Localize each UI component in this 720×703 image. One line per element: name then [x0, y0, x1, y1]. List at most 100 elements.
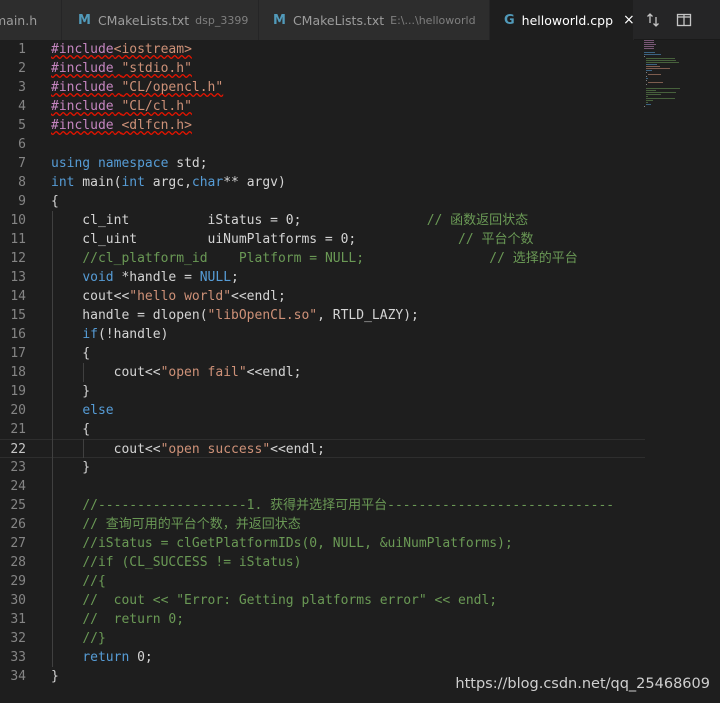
tab-helloworld-cpp[interactable]: G helloworld.cpp ×	[490, 0, 634, 40]
minimap-line	[644, 48, 654, 49]
line-number: 5	[18, 118, 26, 133]
code-text[interactable]: return 0;	[51, 648, 152, 667]
code-line[interactable]: 16 if(!handle)	[0, 325, 645, 344]
cpp-icon: G	[504, 12, 515, 28]
tab-label: helloworld.cpp	[521, 12, 614, 28]
code-text[interactable]: using namespace std;	[51, 154, 208, 173]
code-text[interactable]: {	[51, 420, 90, 439]
code-text[interactable]: // return 0;	[51, 610, 184, 629]
code-line[interactable]: 1 #include<iostream>	[0, 40, 645, 59]
code-line[interactable]: 14 cout<<"hello world"<<endl;	[0, 287, 645, 306]
line-number: 8	[18, 175, 26, 190]
code-text[interactable]: #include<iostream>	[51, 40, 192, 59]
code-text[interactable]: cl_uint uiNumPlatforms = 0; // 平台个数	[51, 230, 533, 249]
code-line[interactable]: 15 handle = dlopen("libOpenCL.so", RTLD_…	[0, 306, 645, 325]
code-text[interactable]: else	[51, 401, 113, 420]
minimap-line	[646, 68, 670, 69]
line-number: 30	[10, 593, 26, 608]
code-line[interactable]: 25 //-------------------1. 获得并选择可用平台----…	[0, 496, 645, 515]
code-line[interactable]: 8 int main(int argc,char** argv)	[0, 173, 645, 192]
code-text[interactable]: //cl_platform_id Platform = NULL; // 选择的…	[51, 249, 577, 268]
tab-main-h[interactable]: main.h	[0, 0, 62, 40]
line-number: 15	[10, 308, 26, 323]
code-line[interactable]: 26 // 查询可用的平台个数，并返回状态	[0, 515, 645, 534]
minimap-line	[646, 72, 647, 73]
minimap-line	[646, 80, 647, 81]
code-line[interactable]: 29 //{	[0, 572, 645, 591]
code-line[interactable]: 23 }	[0, 458, 645, 477]
code-text[interactable]: }	[51, 382, 90, 401]
code-text[interactable]: //}	[51, 629, 105, 648]
minimap-line	[648, 82, 663, 83]
code-line[interactable]: 28 //if (CL_SUCCESS != iStatus)	[0, 553, 645, 572]
code-text[interactable]: if(!handle)	[51, 325, 168, 344]
code-line[interactable]: 3 #include "CL/opencl.h"	[0, 78, 645, 97]
line-number: 11	[10, 232, 26, 247]
code-text[interactable]: handle = dlopen("libOpenCL.so", RTLD_LAZ…	[51, 306, 419, 325]
compare-changes-icon[interactable]	[641, 8, 665, 32]
code-line[interactable]: 19 }	[0, 382, 645, 401]
code-text[interactable]: #include "stdio.h"	[51, 59, 192, 78]
minimap[interactable]	[644, 40, 704, 110]
code-text[interactable]: //{	[51, 572, 105, 591]
line-number: 24	[10, 479, 26, 494]
code-text[interactable]: //if (CL_SUCCESS != iStatus)	[51, 553, 301, 572]
watermark: https://blog.csdn.net/qq_25468609	[455, 676, 710, 692]
code-text[interactable]: // cout << "Error: Getting platforms err…	[51, 591, 497, 610]
code-text[interactable]: //iStatus = clGetPlatformIDs(0, NULL, &u…	[51, 534, 512, 553]
code-text[interactable]: #include <dlfcn.h>	[51, 116, 192, 135]
code-line[interactable]: 20 else	[0, 401, 645, 420]
code-text[interactable]: #include "CL/opencl.h"	[51, 78, 223, 97]
code-text[interactable]: cout<<"open success"<<endl;	[51, 440, 325, 459]
code-text[interactable]: // 查询可用的平台个数，并返回状态	[51, 515, 300, 534]
code-line[interactable]: 27 //iStatus = clGetPlatformIDs(0, NULL,…	[0, 534, 645, 553]
code-line[interactable]: 12 //cl_platform_id Platform = NULL; // …	[0, 249, 645, 268]
split-editor-icon[interactable]	[672, 8, 696, 32]
code-text[interactable]: cl_int iStatus = 0; // 函数返回状态	[51, 211, 528, 230]
code-line[interactable]: 4 #include "CL/cl.h"	[0, 97, 645, 116]
code-text[interactable]: int main(int argc,char** argv)	[51, 173, 286, 192]
code-line[interactable]: 24	[0, 477, 645, 496]
code-line[interactable]: 30 // cout << "Error: Getting platforms …	[0, 591, 645, 610]
code-text[interactable]: }	[51, 667, 59, 686]
close-icon[interactable]: ×	[623, 12, 633, 28]
code-line[interactable]: 22 cout<<"open success"<<endl;	[0, 439, 645, 458]
tab-cmakelists-helloworld[interactable]: M CMakeLists.txt E:\...\helloworld	[259, 0, 490, 40]
minimap-line	[644, 52, 655, 53]
code-text[interactable]: {	[51, 192, 59, 211]
line-number: 7	[18, 156, 26, 171]
line-number: 13	[10, 270, 26, 285]
code-text[interactable]: //-------------------1. 获得并选择可用平台-------…	[51, 496, 614, 515]
code-line[interactable]: 18 cout<<"open fail"<<endl;	[0, 363, 645, 382]
code-text[interactable]: {	[51, 344, 90, 363]
code-line[interactable]: 9{	[0, 192, 645, 211]
line-number: 32	[10, 631, 26, 646]
code-text[interactable]: void *handle = NULL;	[51, 268, 239, 287]
code-line[interactable]: 10 cl_int iStatus = 0; // 函数返回状态	[0, 211, 645, 230]
code-line[interactable]: 21 {	[0, 420, 645, 439]
code-line[interactable]: 6	[0, 135, 645, 154]
code-line[interactable]: 31 // return 0;	[0, 610, 645, 629]
code-line[interactable]: 13 void *handle = NULL;	[0, 268, 645, 287]
code-line[interactable]: 32 //}	[0, 629, 645, 648]
indent-guide	[83, 363, 84, 382]
line-number: 1	[18, 42, 26, 57]
code-editor[interactable]: 1 #include<iostream> 2 #include "stdio.h" 3 #…	[0, 40, 720, 703]
code-line[interactable]: 5 #include <dlfcn.h>	[0, 116, 645, 135]
minimap-line	[646, 102, 648, 103]
line-number: 2	[18, 61, 26, 76]
code-line[interactable]: 11 cl_uint uiNumPlatforms = 0; // 平台个数	[0, 230, 645, 249]
code-line[interactable]: 7 using namespace std;	[0, 154, 645, 173]
code-text[interactable]: #include "CL/cl.h"	[51, 97, 192, 116]
code-line[interactable]: 2 #include "stdio.h"	[0, 59, 645, 78]
minimap-line	[644, 44, 657, 45]
code-text[interactable]: cout<<"open fail"<<endl;	[51, 363, 302, 382]
code-text[interactable]: cout<<"hello world"<<endl;	[51, 287, 286, 306]
code-line[interactable]: 17 {	[0, 344, 645, 363]
code-text[interactable]: }	[51, 458, 90, 477]
line-number: 28	[10, 555, 26, 570]
minimap-line	[644, 40, 654, 41]
tab-description: dsp_3399	[195, 13, 249, 27]
code-line[interactable]: 33 return 0;	[0, 648, 645, 667]
tab-cmakelists-dsp[interactable]: M CMakeLists.txt dsp_3399	[62, 0, 259, 40]
